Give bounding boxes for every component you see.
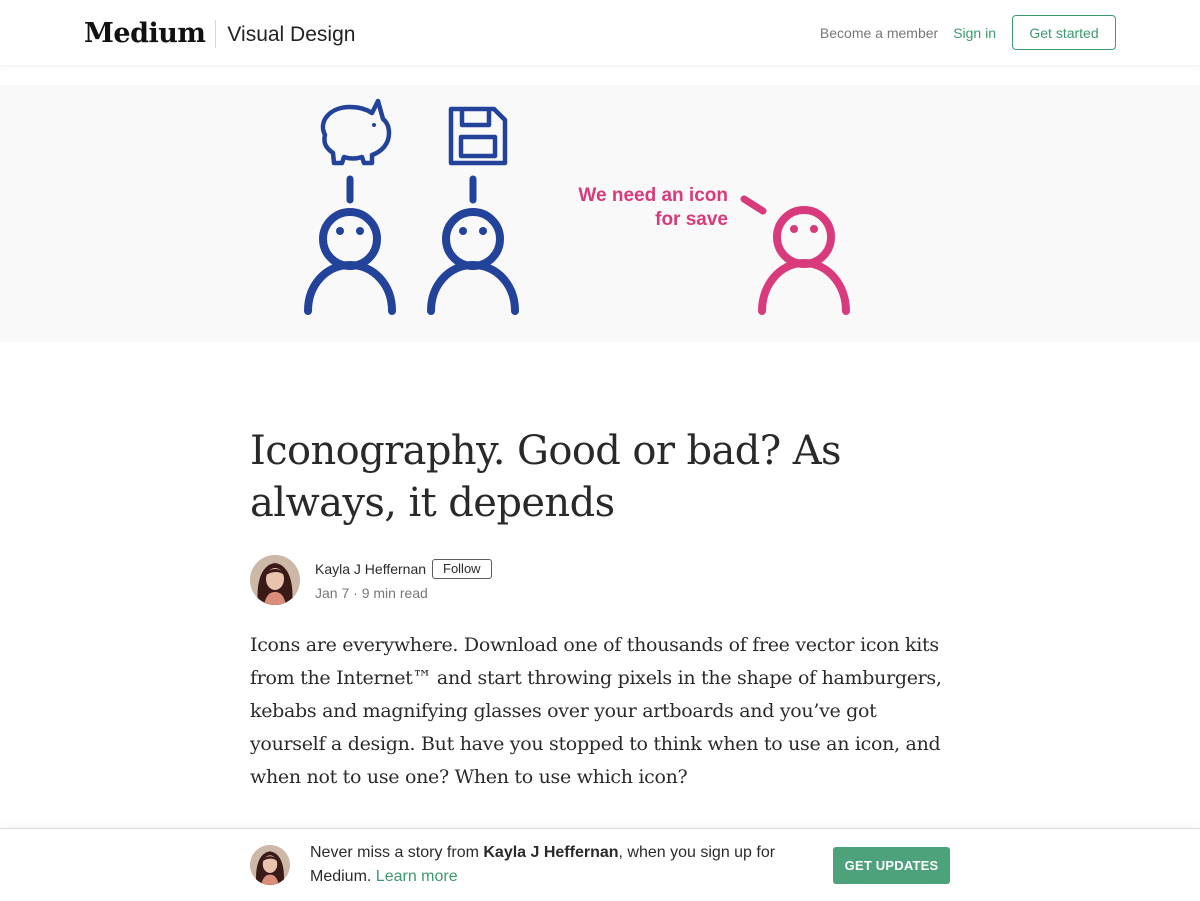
brand: Medium Visual Design [84, 14, 355, 53]
get-updates-button[interactable]: GET UPDATES [833, 847, 950, 884]
banner-prefix: Never miss a story from [310, 844, 484, 861]
user-person-icon [304, 208, 396, 315]
article-meta: Jan 7 · 9 min read [315, 585, 428, 601]
top-navigation-bar: Medium Visual Design Become a member Sig… [0, 0, 1200, 65]
banner-author: Kayla J Heffernan [483, 844, 619, 861]
hero-image: We need an icon for save [0, 85, 1200, 342]
medium-logo[interactable]: Medium [84, 16, 206, 52]
publication-name[interactable]: Visual Design [227, 17, 355, 53]
article-paragraph: Icons are everywhere. Download one of th… [250, 634, 942, 788]
signup-banner: Never miss a story from Kayla J Hefferna… [0, 828, 1200, 901]
user-person-icon [758, 206, 850, 315]
learn-more-link[interactable]: Learn more [376, 868, 458, 885]
sign-in-link[interactable]: Sign in [953, 25, 996, 41]
follow-button[interactable]: Follow [432, 559, 492, 579]
author-name[interactable]: Kayla J Heffernan [315, 561, 426, 577]
floppy-disk-icon [448, 106, 508, 166]
brand-divider [215, 19, 217, 48]
article: Iconography. Good or bad? As always, it … [250, 425, 950, 788]
speech-mark [740, 195, 767, 215]
banner-author-avatar [250, 845, 290, 885]
hero-illustration: We need an icon for save [304, 98, 850, 315]
banner-author-photo [250, 845, 290, 885]
byline: Kayla J Heffernan Follow Jan 7 · 9 min r… [250, 555, 950, 607]
become-member-link[interactable]: Become a member [820, 25, 938, 41]
speech-text-line-2: for save [655, 209, 728, 230]
get-started-button[interactable]: Get started [1012, 15, 1116, 50]
user-person-icon [427, 208, 519, 315]
author-avatar[interactable] [250, 555, 300, 605]
piggy-bank-icon [320, 98, 392, 166]
speech-text-line-1: We need an icon [578, 185, 728, 206]
article-title: Iconography. Good or bad? As always, it … [250, 428, 842, 526]
author-photo [250, 555, 300, 605]
header-actions: Become a member Sign in Get started [820, 14, 1116, 51]
banner-message: Never miss a story from Kayla J Hefferna… [310, 841, 790, 889]
